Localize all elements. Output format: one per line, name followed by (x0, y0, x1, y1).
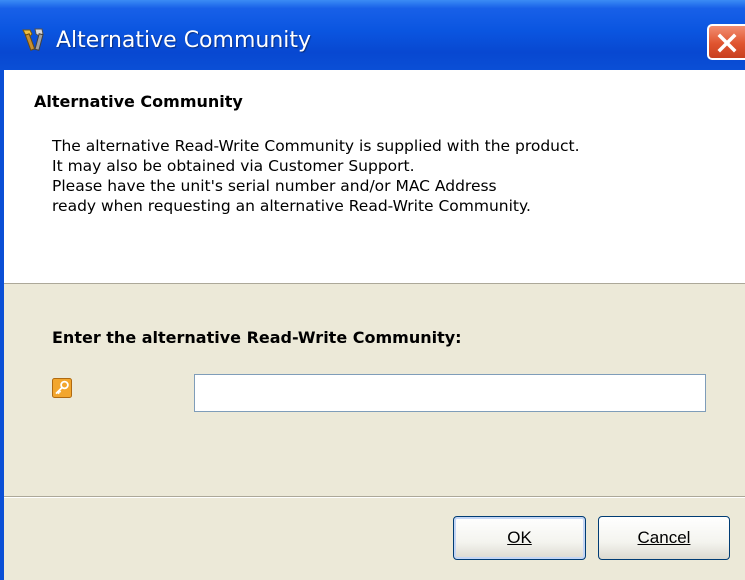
description-line: Please have the unit's serial number and… (52, 177, 497, 195)
description-line: ready when requesting an alternative Rea… (52, 197, 531, 215)
header-panel: Alternative Community The alternative Re… (4, 70, 745, 284)
cancel-button-label: Cancel (637, 528, 691, 547)
title-bar[interactable]: Alternative Community (0, 0, 745, 70)
tools-icon (22, 28, 44, 51)
header-title: Alternative Community (34, 92, 243, 111)
description-line: It may also be obtained via Customer Sup… (52, 157, 415, 175)
window-title: Alternative Community (56, 28, 312, 53)
description-line: The alternative Read-Write Community is … (52, 137, 580, 155)
ok-button-label: OK (507, 528, 532, 547)
close-button[interactable] (707, 24, 745, 60)
ok-button[interactable]: OK (453, 516, 586, 560)
cancel-button[interactable]: Cancel (598, 516, 730, 560)
community-input[interactable] (194, 374, 706, 412)
community-prompt-label: Enter the alternative Read-Write Communi… (52, 328, 462, 347)
key-icon (52, 378, 72, 398)
divider (4, 496, 745, 498)
description-text: The alternative Read-Write Community is … (52, 136, 580, 216)
close-icon (717, 33, 737, 53)
dialog-window: Alternative Community Alternative Commun… (0, 0, 745, 580)
